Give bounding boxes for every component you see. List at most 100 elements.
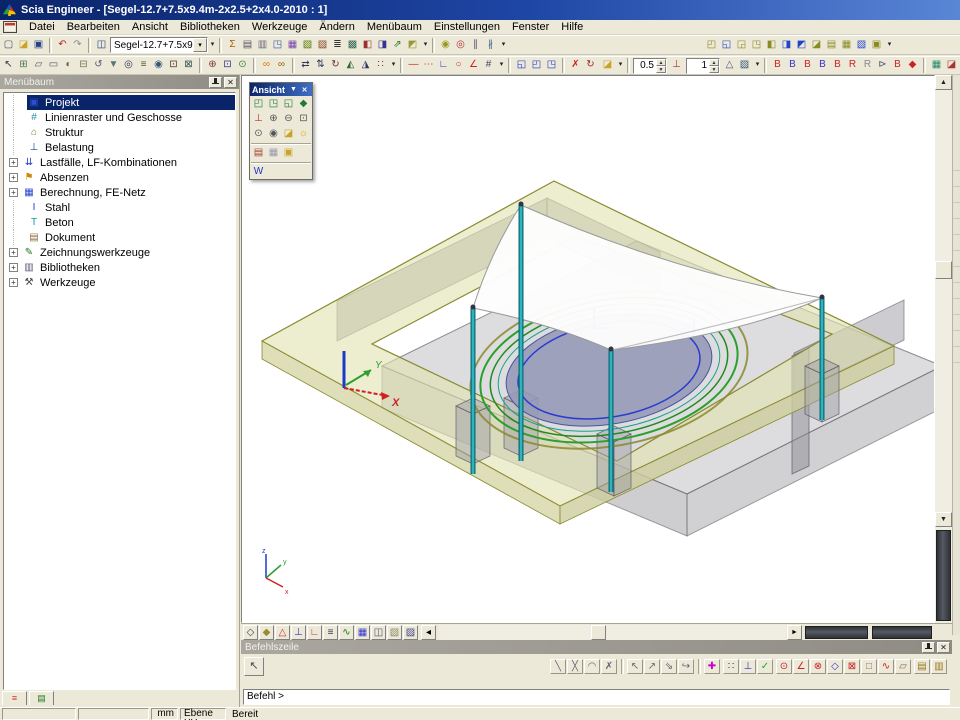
tree-item-bibliotheken[interactable]: +▥Bibliotheken — [4, 260, 235, 275]
regenerate-icon[interactable]: ↻ — [583, 58, 598, 73]
multicopy-icon[interactable]: ∷ — [373, 58, 388, 73]
show-labels-icon[interactable]: ▤ — [824, 38, 839, 53]
fast-view-top-icon[interactable]: ◰ — [704, 38, 719, 53]
chevron-down-icon[interactable]: ▾ — [193, 38, 207, 52]
steel-slenderness-icon[interactable]: B — [800, 58, 815, 73]
group-entities-icon[interactable]: ⊠ — [181, 58, 196, 73]
spin-down-icon[interactable]: ▼ — [656, 66, 666, 73]
clean-model-icon[interactable]: ◉ — [438, 38, 453, 53]
rotation-bar-horizontal-1[interactable] — [805, 626, 868, 639]
3d-viewport[interactable]: Y X z y x Ansicht ▼ ✕ — [241, 75, 935, 623]
expand-icon[interactable]: + — [9, 188, 18, 197]
printer-icon[interactable]: ▤ — [240, 38, 255, 53]
render-wireframe-icon[interactable]: ◇ — [243, 625, 258, 640]
scroll-right-button[interactable]: ► — [787, 625, 802, 640]
scroll-up-button[interactable]: ▲ — [935, 75, 952, 90]
expand-icon[interactable]: + — [9, 158, 18, 167]
snap-endpoint-icon[interactable]: ⊙ — [776, 659, 792, 674]
menu-item-fenster[interactable]: Fenster — [506, 20, 555, 34]
cursor-step-icon[interactable]: ⊙ — [235, 58, 250, 73]
deselect-all-icon[interactable]: ⊟ — [76, 58, 91, 73]
viewport-settings-icon[interactable]: ▨ — [403, 625, 418, 640]
steel-optimise-icon[interactable]: ⊳ — [875, 58, 890, 73]
select-add-icon[interactable]: ⊞ — [16, 58, 31, 73]
render-mode-button[interactable]: ◪ — [281, 127, 296, 141]
steel-connections-icon[interactable]: B — [890, 58, 905, 73]
status-units[interactable]: mm — [151, 708, 178, 720]
steel-fire-check-icon[interactable]: R — [860, 58, 875, 73]
tree-item-berechnung-fe-netz[interactable]: +▦Berechnung, FE-Netz — [4, 185, 235, 200]
menu-item-bearbeiten[interactable]: Bearbeiten — [61, 20, 126, 34]
show-results-toggle-icon[interactable]: ◫ — [371, 625, 386, 640]
polyline-icon[interactable]: ∟ — [436, 58, 451, 73]
light-settings-button[interactable]: ☼ — [296, 127, 311, 141]
viewport-hscrollbar[interactable] — [439, 625, 786, 640]
expand-icon[interactable]: + — [9, 248, 18, 257]
menu-item-menübaum[interactable]: Menübaum — [361, 20, 428, 34]
load-display-scale[interactable]: 0.5▲▼ — [633, 58, 667, 74]
steel-check-uls-icon[interactable]: B — [770, 58, 785, 73]
project-selector-dropdown[interactable]: ▾ — [208, 38, 217, 53]
show-loads-toggle-icon[interactable]: ⊥ — [291, 625, 306, 640]
close-icon[interactable]: ✕ — [224, 77, 237, 88]
menu-item-werkzeuge[interactable]: Werkzeuge — [246, 20, 313, 34]
render-model-icon[interactable]: ◨ — [779, 38, 794, 53]
paperspace-gallery-icon[interactable]: ▧ — [300, 38, 315, 53]
layers-manager-icon[interactable]: ≡ — [136, 58, 151, 73]
screenshot-icon[interactable]: ◨ — [375, 38, 390, 53]
zoom-window-button[interactable]: ⊡ — [296, 112, 311, 126]
line-mode-icon[interactable]: ╲ — [550, 659, 566, 674]
print-data-icon[interactable]: ▥ — [255, 38, 270, 53]
show-loads-icon[interactable]: ◪ — [809, 38, 824, 53]
snap-arc-center-icon[interactable]: □ — [861, 659, 877, 674]
auto-scale-icon[interactable]: △ — [722, 58, 737, 73]
snap-curve-icon[interactable]: ∿ — [878, 659, 894, 674]
chart-scale-icon[interactable]: ▨ — [737, 58, 752, 73]
show-labels-toggle-icon[interactable]: ∿ — [339, 625, 354, 640]
delete-icon[interactable]: ✗ — [568, 58, 583, 73]
vscroll-thumb[interactable] — [935, 261, 952, 279]
view-front-button[interactable]: ◳ — [266, 97, 281, 111]
document-window-icon[interactable] — [3, 21, 17, 33]
fast-view-front-icon[interactable]: ◱ — [719, 38, 734, 53]
command-input[interactable]: Befehl > — [243, 689, 950, 705]
view-side-button[interactable]: ◱ — [281, 97, 296, 111]
collapse-toolbar-icon[interactable]: ◂ — [421, 625, 436, 640]
show-supports-toggle-icon[interactable]: ∟ — [307, 625, 322, 640]
snap-tangent-icon[interactable]: ⊠ — [844, 659, 860, 674]
modify-tools-dropdown[interactable]: ▾ — [389, 58, 398, 73]
menu-item-bibliotheken[interactable]: Bibliotheken — [174, 20, 246, 34]
align-members-icon[interactable]: ∦ — [483, 38, 498, 53]
project-selector[interactable]: Segel-12.7+7.5x9.4m▾ — [110, 37, 208, 53]
menu-item-ansicht[interactable]: Ansicht — [126, 20, 174, 34]
copy-picture-icon[interactable]: ◳ — [270, 38, 285, 53]
send-model-icon[interactable]: ⇗ — [390, 38, 405, 53]
rotation-bar-vertical[interactable] — [936, 530, 951, 621]
show-supports-icon[interactable]: ◩ — [794, 38, 809, 53]
rotate-icon[interactable]: ↻ — [328, 58, 343, 73]
show-dimensions-icon[interactable]: ≡ — [323, 625, 338, 640]
point-up-left-icon[interactable]: ↖ — [627, 659, 643, 674]
zoom-selection-button[interactable]: ◉ — [266, 127, 281, 141]
scroll-down-button[interactable]: ▼ — [935, 512, 952, 527]
snap-midpoint-icon[interactable]: ∠ — [793, 659, 809, 674]
tree-item-absenzen[interactable]: +⚑Absenzen — [4, 170, 235, 185]
concrete-design-icon[interactable]: ▦ — [929, 58, 944, 73]
document-icon[interactable]: ▨ — [315, 38, 330, 53]
dot-grid-settings-icon[interactable]: ▤ — [914, 659, 930, 674]
snap-active-icon[interactable]: ✓ — [757, 659, 773, 674]
tree-item-linienraster-und-geschosse[interactable]: #Linienraster und Geschosse — [4, 110, 235, 125]
steel-results-icon[interactable]: ◆ — [905, 58, 920, 73]
delete-last-point-icon[interactable]: ✗ — [601, 659, 617, 674]
tree-item-beton[interactable]: TBeton — [4, 215, 235, 230]
visibility-toggle-icon[interactable]: ◉ — [151, 58, 166, 73]
bill-of-material-icon[interactable]: ▩ — [345, 38, 360, 53]
lock-selection-icon[interactable]: ⊡ — [166, 58, 181, 73]
tab-dokument[interactable]: ▤ — [29, 691, 54, 705]
check-structure-icon[interactable]: ◎ — [453, 38, 468, 53]
circle-icon[interactable]: ○ — [451, 58, 466, 73]
pointer-mode-button[interactable]: ↖ — [244, 657, 264, 676]
section-box-button[interactable]: ▣ — [281, 146, 296, 160]
image-export-icon[interactable]: ◧ — [360, 38, 375, 53]
spin-up-icon[interactable]: ▲ — [709, 59, 719, 66]
